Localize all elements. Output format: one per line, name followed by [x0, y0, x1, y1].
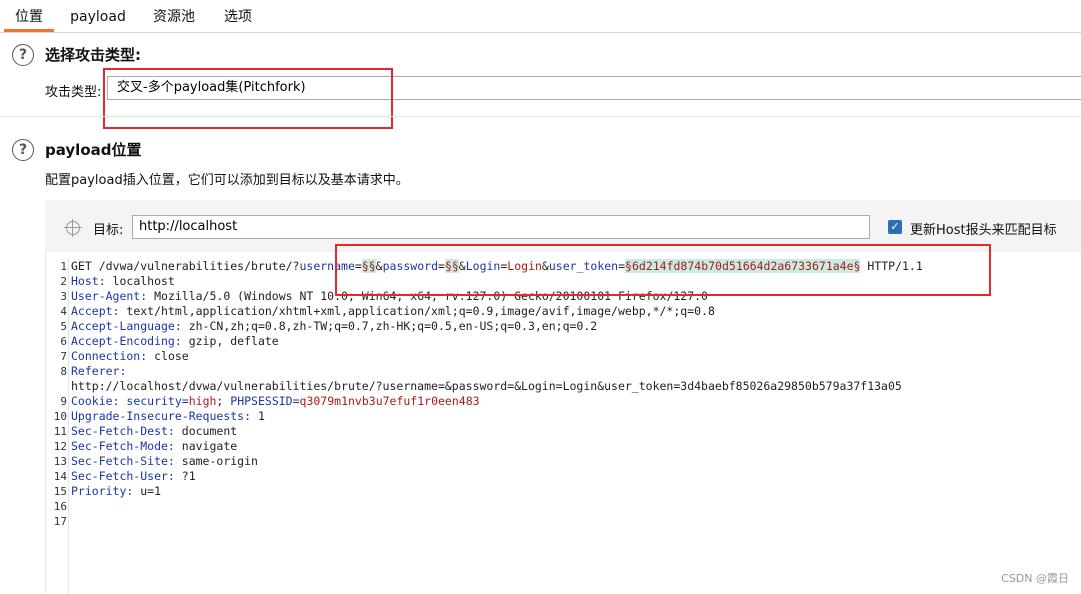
line-number: 15 [53, 485, 67, 498]
highlight-box [103, 68, 393, 129]
watermark: CSDN @霞日 [1001, 572, 1069, 585]
line-number: 4 [60, 305, 67, 318]
line-number: 3 [60, 290, 67, 303]
help-icon[interactable]: ? [12, 44, 34, 66]
request-line-13: Sec-Fetch-Site: same-origin [71, 454, 258, 468]
request-line-9: Cookie: security=high; PHPSESSID=q3079m1… [71, 394, 480, 408]
attack-type-label: 攻击类型: [45, 85, 102, 100]
request-line-2: Host: localhost [71, 274, 175, 288]
attack-type-heading: 选择攻击类型: [45, 46, 141, 64]
request-line-8-cont: http://localhost/dvwa/vulnerabilities/br… [71, 379, 902, 393]
help-icon[interactable]: ? [12, 139, 34, 161]
line-number: 13 [53, 455, 67, 468]
tab-payloads[interactable]: payload [66, 0, 130, 32]
tab-options[interactable]: 选项 [216, 0, 260, 32]
line-number: 14 [53, 470, 67, 483]
request-line-10: Upgrade-Insecure-Requests: 1 [71, 409, 265, 423]
highlight-box [335, 244, 991, 296]
request-line-8: Referer: [71, 364, 127, 378]
update-host-checkbox[interactable]: ✓ [888, 220, 902, 234]
line-number: 6 [60, 335, 67, 348]
tab-bar: 位置 payload 资源池 选项 [0, 0, 1081, 33]
line-number: 2 [60, 275, 67, 288]
target-label: 目标: [93, 223, 124, 238]
request-line-12: Sec-Fetch-Mode: navigate [71, 439, 238, 453]
line-number: 5 [60, 320, 67, 333]
line-number: 11 [53, 425, 67, 438]
line-number: 8 [60, 365, 67, 378]
line-number: 9 [60, 395, 67, 408]
line-number: 1 [60, 260, 67, 273]
request-line-4: Accept: text/html,application/xhtml+xml,… [71, 304, 715, 318]
target-input[interactable]: http://localhost [132, 215, 870, 239]
line-number: 10 [53, 410, 67, 423]
payload-positions-heading: payload位置 [45, 141, 142, 159]
tab-positions[interactable]: 位置 [4, 0, 54, 32]
request-line-14: Sec-Fetch-User: ?1 [71, 469, 196, 483]
request-line-11: Sec-Fetch-Dest: document [71, 424, 238, 438]
line-number: 16 [53, 500, 67, 513]
request-line-5: Accept-Language: zh-CN,zh;q=0.8,zh-TW;q=… [71, 319, 598, 333]
crosshair-icon [64, 219, 82, 237]
line-number: 12 [53, 440, 67, 453]
request-line-7: Connection: close [71, 349, 189, 363]
request-line-15: Priority: u=1 [71, 484, 162, 498]
payload-positions-description: 配置payload插入位置，它们可以添加到目标以及基本请求中。 [45, 173, 409, 188]
section-divider [0, 116, 1081, 117]
tab-resource-pool[interactable]: 资源池 [146, 0, 202, 32]
update-host-label: 更新Host报头来匹配目标 [910, 223, 1057, 238]
request-line-6: Accept-Encoding: gzip, deflate [71, 334, 279, 348]
line-number: 7 [60, 350, 67, 363]
line-number: 17 [53, 515, 67, 528]
